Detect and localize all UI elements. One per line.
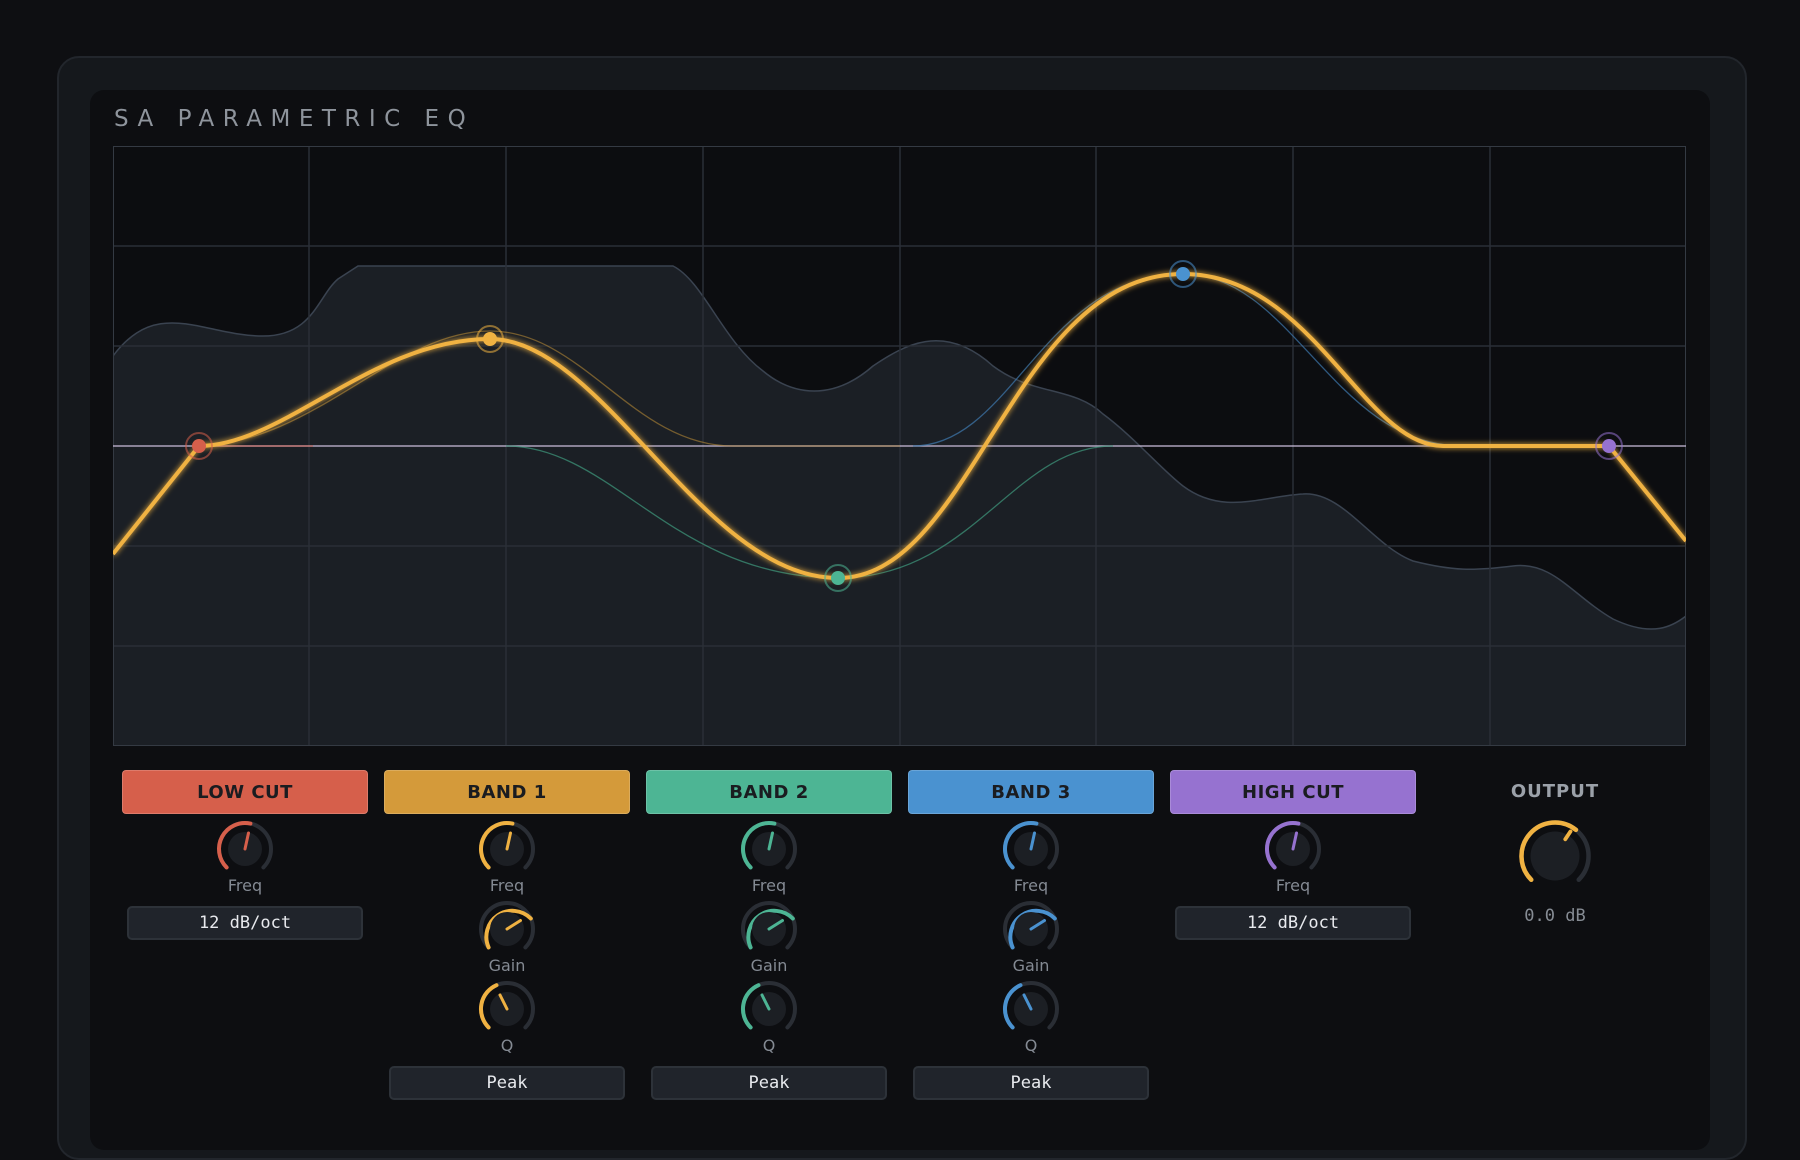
output-section: OUTPUT 0.0 dB: [1470, 770, 1640, 926]
low-cut-freq-knob[interactable]: [214, 818, 276, 880]
high-cut-strip: HIGH CUT Freq 12 dB/oct: [1170, 770, 1416, 940]
plugin-title: SA PARAMETRIC EQ: [114, 106, 475, 132]
band1-q-knob[interactable]: [476, 978, 538, 1040]
band2-strip: BAND 2 Freq Gain Q Peak: [646, 770, 892, 1100]
band3-gain-knob[interactable]: [1000, 898, 1062, 960]
band3-strip: BAND 3 Freq Gain Q Peak: [908, 770, 1154, 1100]
band2-type-select[interactable]: Peak: [651, 1066, 887, 1100]
low-cut-button[interactable]: LOW CUT: [122, 770, 368, 814]
freq-label: Freq: [1275, 876, 1311, 895]
q-label: Q: [500, 1036, 514, 1055]
band3-freq-knob[interactable]: [1000, 818, 1062, 880]
output-gain-knob[interactable]: [1515, 816, 1595, 896]
band1-button[interactable]: BAND 1: [384, 770, 630, 814]
band3-button[interactable]: BAND 3: [908, 770, 1154, 814]
low-cut-strip: LOW CUT Freq 12 dB/oct: [122, 770, 368, 940]
gain-label: Gain: [750, 956, 788, 975]
output-value: 0.0 dB: [1524, 906, 1586, 926]
band3-q-knob[interactable]: [1000, 978, 1062, 1040]
low-cut-slope-select[interactable]: 12 dB/oct: [127, 906, 363, 940]
q-label: Q: [1024, 1036, 1038, 1055]
freq-label: Freq: [227, 876, 263, 895]
eq-graph[interactable]: [113, 146, 1686, 746]
freq-label: Freq: [489, 876, 525, 895]
freq-label: Freq: [1013, 876, 1049, 895]
q-label: Q: [762, 1036, 776, 1055]
high-cut-button[interactable]: HIGH CUT: [1170, 770, 1416, 814]
band1-freq-knob[interactable]: [476, 818, 538, 880]
freq-label: Freq: [751, 876, 787, 895]
output-label: OUTPUT: [1510, 781, 1600, 802]
gain-label: Gain: [488, 956, 526, 975]
band1-type-select[interactable]: Peak: [389, 1066, 625, 1100]
high-cut-slope-select[interactable]: 12 dB/oct: [1175, 906, 1411, 940]
band2-gain-knob[interactable]: [738, 898, 800, 960]
gain-label: Gain: [1012, 956, 1050, 975]
band2-button[interactable]: BAND 2: [646, 770, 892, 814]
band2-q-knob[interactable]: [738, 978, 800, 1040]
band2-freq-knob[interactable]: [738, 818, 800, 880]
band1-gain-knob[interactable]: [476, 898, 538, 960]
high-cut-freq-knob[interactable]: [1262, 818, 1324, 880]
band1-strip: BAND 1 Freq Gain Q Peak: [384, 770, 630, 1100]
band3-type-select[interactable]: Peak: [913, 1066, 1149, 1100]
